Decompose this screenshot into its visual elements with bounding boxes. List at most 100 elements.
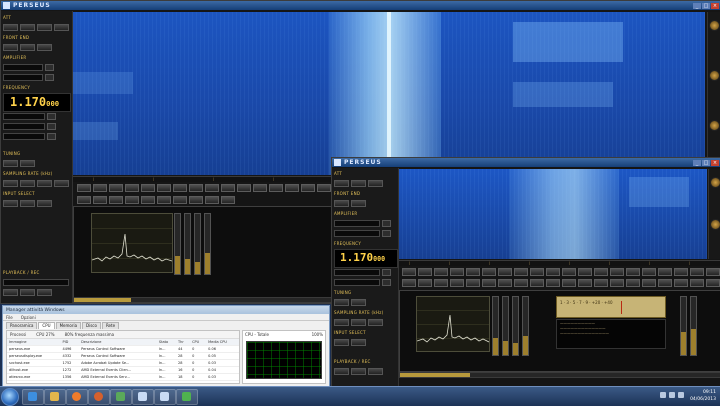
stop-button[interactable] [20, 289, 35, 296]
taskbar-explorer-button[interactable] [44, 389, 66, 405]
main-span-buttons [77, 184, 331, 192]
app-icon [116, 392, 125, 401]
sr-1000-button[interactable] [54, 180, 69, 187]
att-0-button[interactable] [3, 24, 18, 31]
taskbar-perseus-button[interactable] [132, 389, 154, 405]
table-row[interactable]: perseusdisplay.exe 4332 Perseus Control So… [7, 352, 239, 360]
second-playback-progress[interactable] [399, 372, 720, 378]
record-button[interactable] [37, 289, 52, 296]
minimize-button[interactable]: _ [693, 159, 701, 166]
process-table: Immagine PID Descrizione Stato Thr CPU M… [7, 339, 239, 381]
tab-cpu[interactable]: CPU [38, 322, 55, 329]
gain-field[interactable] [3, 74, 43, 81]
maximize-button[interactable]: □ [702, 159, 710, 166]
tab-network[interactable]: Rete [101, 322, 120, 329]
processes-label[interactable]: Processi [10, 332, 26, 337]
maximize-button[interactable]: □ [702, 2, 710, 9]
table-row[interactable]: svchost.exe 1752 Adobe Acrobat Update Se..… [7, 359, 239, 367]
amplifier-field[interactable] [3, 64, 43, 71]
table-row[interactable]: perseus.exe 4496 Perseus Control Software I… [7, 345, 239, 353]
tuning-up-button[interactable] [20, 160, 35, 167]
table-row[interactable]: atiesrxx.exe 1356 AMD External Events Serv… [7, 373, 239, 381]
second-frequency-ruler[interactable]: | | | | | | | | [399, 260, 720, 266]
playback-file-field[interactable] [3, 279, 69, 286]
gain-spin[interactable] [45, 74, 54, 81]
cpu-usage-graph [246, 341, 322, 379]
tuning-down-button[interactable] [3, 160, 18, 167]
tuning-label: TUNING [334, 290, 352, 295]
zoom-knob-icon[interactable] [709, 20, 720, 31]
preselector-button[interactable] [3, 44, 18, 51]
menu-file[interactable]: File [6, 315, 13, 320]
filter-field[interactable] [3, 133, 45, 140]
network-icon[interactable] [660, 392, 666, 398]
volume-slider[interactable] [174, 213, 181, 275]
input-a-button[interactable] [3, 200, 18, 207]
filter-spin[interactable] [47, 133, 56, 140]
taskbar-perseus2-button[interactable] [154, 389, 176, 405]
att-20-button[interactable] [37, 24, 52, 31]
sdr-main-titlebar[interactable]: PERSEUS _ □ × [1, 1, 720, 10]
flag-icon[interactable] [678, 392, 684, 398]
close-button[interactable]: × [711, 159, 719, 166]
taskbar-ie-button[interactable] [22, 389, 44, 405]
taskbar-app-button[interactable] [110, 389, 132, 405]
bandwidth-field[interactable] [3, 123, 45, 130]
close-button[interactable]: × [711, 2, 719, 9]
brightness-knob-icon[interactable] [709, 120, 720, 131]
minimize-button[interactable]: _ [693, 2, 701, 9]
dither-button[interactable] [20, 44, 35, 51]
taskbar-firefox-button[interactable] [88, 389, 110, 405]
second-waterfall-display[interactable] [399, 169, 707, 259]
play-button[interactable] [3, 289, 18, 296]
system-clock[interactable]: 09:11 04/06/2013 [690, 389, 716, 403]
tab-overview[interactable]: Panoramica [6, 322, 38, 329]
main-playback-progress[interactable] [73, 297, 333, 303]
taskbar-media-button[interactable] [66, 389, 88, 405]
cpu-usage-label: CPU 27% [36, 332, 55, 337]
zoom-knob-icon[interactable] [710, 177, 720, 188]
main-waterfall-display[interactable] [73, 12, 705, 175]
task-manager-titlebar[interactable]: Manager attività Windows [3, 306, 329, 314]
input-c-button[interactable] [37, 200, 52, 207]
sr-250-button[interactable] [20, 180, 35, 187]
sr-125-button[interactable] [3, 180, 18, 187]
att-10-button[interactable] [20, 24, 35, 31]
att-30-button[interactable] [54, 24, 69, 31]
taskbar-taskmanager-button[interactable] [176, 389, 198, 405]
front-end-label: FRONT END [3, 35, 30, 40]
menu-options[interactable]: Opzioni [21, 315, 36, 320]
perseus-logo-icon [334, 159, 341, 166]
bandwidth-spin[interactable] [47, 123, 56, 130]
frequency-display[interactable]: 1.170000 [334, 249, 398, 268]
input-select-label: INPUT SELECT [334, 330, 366, 335]
sr-500-button[interactable] [37, 180, 52, 187]
input-b-button[interactable] [20, 200, 35, 207]
tab-disk[interactable]: Disco [82, 322, 101, 329]
front-end-group: FRONT END [3, 33, 70, 42]
second-audio-spectrum[interactable] [416, 296, 490, 352]
step-field[interactable] [3, 113, 45, 120]
windows-taskbar: 09:11 04/06/2013 [0, 386, 720, 406]
agc-slider[interactable] [184, 213, 191, 275]
table-row[interactable]: dllhost.exe 1272 AMD External Events Clien… [7, 366, 239, 374]
squelch-slider[interactable] [204, 213, 211, 275]
nr-slider[interactable] [194, 213, 201, 275]
perseus-icon [160, 392, 169, 401]
main-audio-spectrum[interactable] [91, 213, 173, 273]
amplifier-spin[interactable] [45, 64, 54, 71]
second-right-controls [708, 169, 720, 259]
perseus-icon [138, 392, 147, 401]
start-button[interactable] [1, 388, 19, 406]
volume-icon[interactable] [669, 392, 675, 398]
second-level-sliders [492, 296, 529, 356]
station-list[interactable]: —————————— ————————————— —————————————— [556, 319, 666, 349]
contrast-knob-icon[interactable] [709, 70, 720, 81]
step-spin[interactable] [47, 113, 56, 120]
frequency-display[interactable]: 1.170000 [3, 93, 71, 112]
contrast-knob-icon[interactable] [710, 219, 720, 230]
preamp-button[interactable] [37, 44, 52, 51]
sdr-main-title: PERSEUS [13, 2, 51, 9]
tab-memory[interactable]: Memoria [55, 322, 82, 329]
sdr-second-titlebar[interactable]: PERSEUS _ □ × [332, 158, 720, 167]
